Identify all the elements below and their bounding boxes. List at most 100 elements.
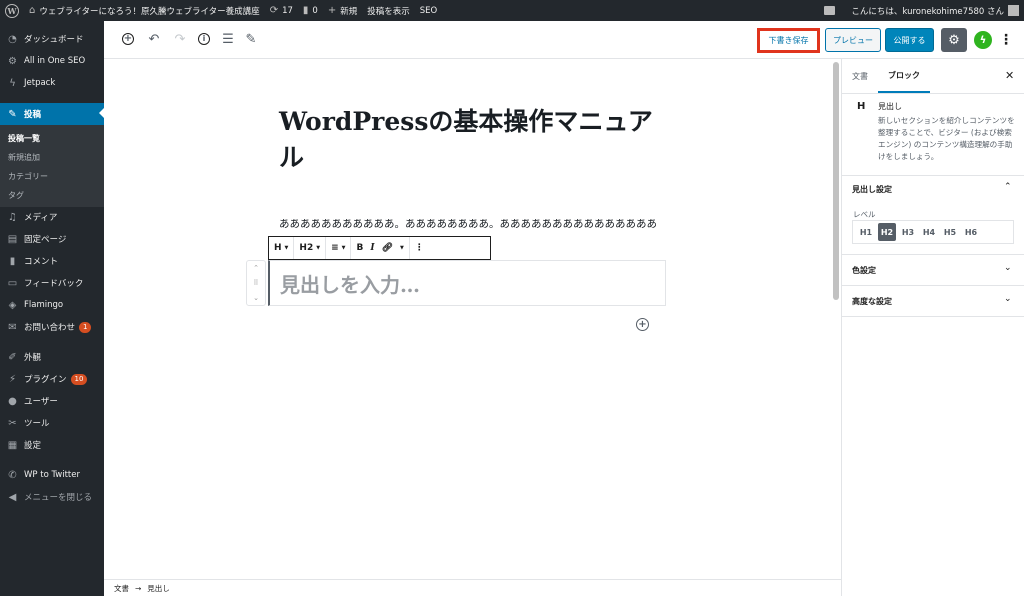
post-title[interactable]: WordPressの基本操作マニュアル (279, 104, 659, 176)
tab-document[interactable]: 文書 (852, 59, 868, 93)
menu-label: メニューを閉じる (24, 493, 93, 503)
menu-wp-to-twitter[interactable]: ✆ WP to Twitter (0, 465, 104, 485)
contact-badge: 1 (79, 321, 92, 333)
menu-contact[interactable]: ✉ お問い合わせ 1 (0, 317, 104, 337)
redo-button[interactable]: ↷ (172, 31, 188, 47)
menu-settings[interactable]: ▦ 設定 (0, 435, 104, 455)
menu-plugins[interactable]: ⚡ プラグイン 10 (0, 369, 104, 389)
breadcrumb-heading[interactable]: 見出し (147, 583, 170, 594)
block-options-group: ⋮ (410, 237, 429, 259)
tab-block[interactable]: ブロック (878, 59, 930, 93)
block-mover: ⌃ ⠿ ⌄ (246, 260, 266, 306)
format-group: B I 🔗︎ ▼ (351, 237, 410, 259)
menu-label: 設定 (24, 441, 42, 451)
move-up-icon[interactable]: ⌃ (253, 264, 259, 272)
drag-handle-icon[interactable]: ⠿ (253, 279, 258, 287)
media-icon: ♫ (8, 211, 17, 223)
caret-down-icon: ▼ (316, 245, 321, 251)
menu-comments[interactable]: ▮ コメント (0, 251, 104, 271)
account-link[interactable]: こんにちは、kuronekohime7580 さん (846, 0, 1024, 21)
more-options-button[interactable]: ⋮ (999, 30, 1013, 50)
menu-label: プラグイン (24, 375, 67, 385)
site-name-link[interactable]: ⌂ ウェブライターになろう！原久騰ウェブライター養成講座 (24, 0, 265, 21)
link-button[interactable]: 🔗︎ (382, 243, 393, 253)
wordpress-logo-link[interactable]: W (0, 0, 24, 21)
menu-jetpack[interactable]: ϟ Jetpack (0, 73, 104, 93)
add-block-button[interactable]: + (120, 31, 136, 47)
submenu-tags[interactable]: タグ (8, 190, 24, 201)
settings-sidebar: 文書 ブロック ✕ H 見出し 新しいセクションを紹介しコンテンツを整理すること… (841, 59, 1024, 596)
level-h1-button[interactable]: H1 (857, 223, 875, 241)
menu-label: お問い合わせ (24, 323, 76, 333)
paragraph-block[interactable]: あああああああああああ。ああああああああ。あああああああああああああああ (279, 216, 659, 231)
menu-posts[interactable]: ✎ 投稿 (0, 103, 104, 125)
level-h6-button[interactable]: H6 (962, 223, 980, 241)
info-button[interactable]: i (196, 31, 212, 47)
move-down-icon[interactable]: ⌄ (253, 294, 259, 302)
menu-appearance[interactable]: ✐ 外観 (0, 347, 104, 367)
divider (842, 175, 1024, 176)
alignment-dropdown[interactable]: ≡ ▼ (331, 243, 345, 253)
menu-flamingo[interactable]: ◈ Flamingo (0, 295, 104, 315)
jetpack-bolt-icon: ϟ (979, 34, 987, 46)
comments-count: 0 (312, 5, 318, 16)
preview-button[interactable]: プレビュー (825, 28, 881, 52)
block-navigation-button[interactable]: ☰ (220, 31, 236, 47)
settings-button[interactable]: ⚙ (941, 28, 967, 52)
wrench-icon: ✂ (8, 417, 17, 429)
close-panel-button[interactable]: ✕ (1005, 69, 1014, 82)
menu-tools[interactable]: ✂ ツール (0, 413, 104, 433)
block-type-label: H (274, 243, 282, 253)
breadcrumb: 文書 → 見出し (104, 579, 841, 596)
comments-link[interactable]: ▮ 0 (298, 0, 323, 21)
tools-button[interactable]: ✎ (243, 31, 259, 47)
level-h4-button[interactable]: H4 (920, 223, 938, 241)
submenu-add-new[interactable]: 新規追加 (8, 152, 40, 163)
menu-media[interactable]: ♫ メディア (0, 207, 104, 227)
collapse-menu-button[interactable]: ◀ メニューを閉じる (0, 487, 104, 507)
jetpack-button[interactable]: ϟ (974, 31, 992, 49)
more-formats-dropdown[interactable]: ▼ (400, 245, 404, 251)
submenu-categories[interactable]: カテゴリー (8, 171, 48, 182)
level-h5-button[interactable]: H5 (941, 223, 959, 241)
editor-scrollbar[interactable] (833, 62, 839, 300)
seo-label: SEO (419, 5, 438, 16)
undo-button[interactable]: ↶ (146, 31, 162, 47)
block-type-switcher[interactable]: H ▼ (274, 243, 288, 253)
chevron-down-icon: ⌄ (1004, 263, 1012, 273)
menu-pages[interactable]: ▤ 固定ページ (0, 229, 104, 249)
heading-level-group: H2 ▼ (294, 237, 327, 259)
gear-icon: ⚙ (948, 32, 960, 48)
italic-button[interactable]: I (370, 243, 374, 253)
inserter-button[interactable]: + (636, 318, 649, 331)
plus-icon: + (327, 5, 337, 16)
undo-icon: ↶ (148, 31, 160, 47)
notifications-link[interactable] (819, 0, 846, 21)
menu-feedback[interactable]: ▭ フィードバック (0, 273, 104, 293)
block-options-button[interactable]: ⋮ (415, 243, 424, 253)
jetpack-icon: ϟ (9, 77, 16, 89)
menu-dashboard[interactable]: ◔ ダッシュボード (0, 29, 104, 49)
updates-link[interactable]: ⟳ 17 (265, 0, 298, 21)
save-draft-button[interactable]: 下書き保存 (757, 28, 820, 53)
heading-level-dropdown[interactable]: H2 ▼ (299, 243, 320, 253)
seo-link[interactable]: SEO (415, 0, 442, 21)
info-icon: i (198, 33, 210, 45)
new-content-link[interactable]: + 新規 (323, 0, 362, 21)
level-h3-button[interactable]: H3 (899, 223, 917, 241)
chevron-down-icon: ⌄ (1004, 294, 1012, 304)
heading-block[interactable]: 見出しを入力… (268, 260, 666, 306)
bold-button[interactable]: B (356, 243, 363, 253)
menu-users[interactable]: ● ユーザー (0, 391, 104, 411)
menu-aioseo[interactable]: ⚙ All in One SEO (0, 51, 104, 71)
admin-sidebar: ◔ ダッシュボード ⚙ All in One SEO ϟ Jetpack ✎ 投… (0, 21, 104, 596)
level-h2-button[interactable]: H2 (878, 223, 896, 241)
view-post-link[interactable]: 投稿を表示 (362, 0, 415, 21)
comment-icon: ▮ (302, 5, 309, 16)
submenu-all-posts[interactable]: 投稿一覧 (8, 133, 40, 144)
mail-icon: ✉ (8, 321, 17, 333)
breadcrumb-document[interactable]: 文書 (114, 583, 129, 594)
divider (842, 285, 1024, 286)
link-icon: 🔗︎ (381, 243, 393, 253)
publish-button[interactable]: 公開する (885, 28, 934, 52)
